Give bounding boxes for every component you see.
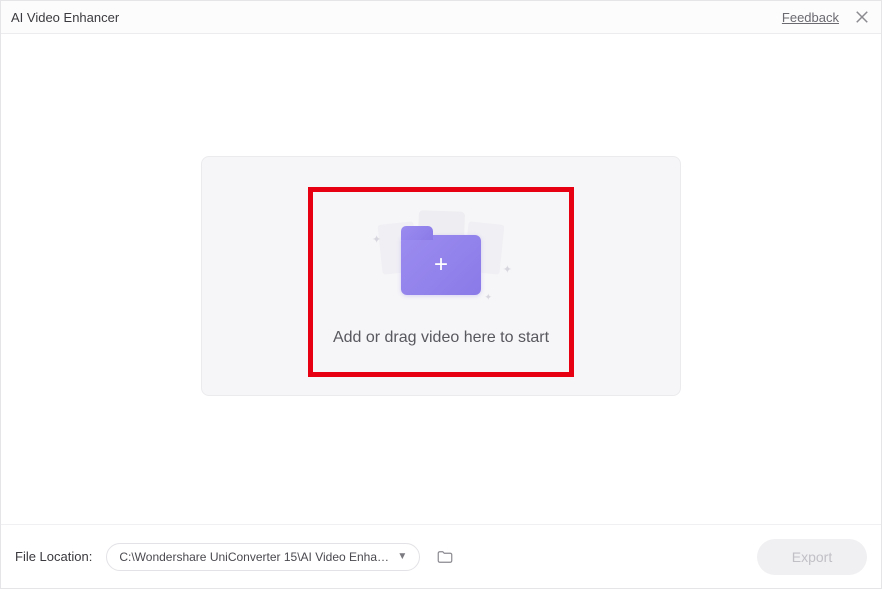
add-folder-illustration: ✦ ✦ ✦ + bbox=[366, 205, 516, 305]
footer-bar: File Location: C:\Wondershare UniConvert… bbox=[1, 524, 881, 588]
folder-plus-icon: + bbox=[401, 235, 481, 295]
file-location-dropdown[interactable]: C:\Wondershare UniConverter 15\AI Video … bbox=[106, 543, 420, 571]
browse-folder-icon[interactable] bbox=[436, 548, 454, 566]
export-button[interactable]: Export bbox=[757, 539, 867, 575]
header-actions: Feedback bbox=[782, 8, 871, 26]
main-area: ✦ ✦ ✦ + Add or drag video here to start bbox=[1, 34, 881, 526]
title-bar: AI Video Enhancer Feedback bbox=[1, 1, 881, 34]
file-location-path: C:\Wondershare UniConverter 15\AI Video … bbox=[119, 550, 391, 564]
feedback-link[interactable]: Feedback bbox=[782, 10, 839, 25]
caret-down-icon: ▼ bbox=[397, 551, 407, 562]
app-title: AI Video Enhancer bbox=[11, 10, 119, 25]
close-icon[interactable] bbox=[853, 8, 871, 26]
dropzone-instruction: Add or drag video here to start bbox=[333, 329, 549, 347]
video-dropzone[interactable]: ✦ ✦ ✦ + Add or drag video here to start bbox=[201, 156, 681, 396]
file-location-label: File Location: bbox=[15, 549, 92, 564]
